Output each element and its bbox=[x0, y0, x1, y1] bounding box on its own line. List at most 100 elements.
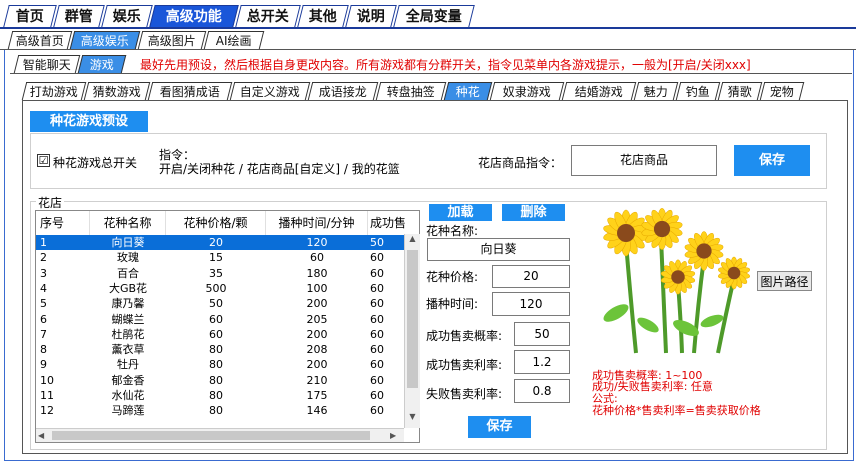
scroll-left-icon[interactable]: ◀ bbox=[38, 429, 50, 442]
scroll-thumb[interactable] bbox=[407, 250, 418, 388]
table-cell: 200 bbox=[306, 358, 328, 372]
table-cell: 9 bbox=[40, 358, 47, 372]
shop-title: 花店 bbox=[36, 194, 65, 211]
sunflower-icon bbox=[603, 208, 750, 354]
tab-entertainment[interactable]: 娱乐 bbox=[101, 5, 153, 27]
table-row[interactable]: 4 大GB花 500 100 60 bbox=[36, 281, 404, 296]
col-header-price[interactable]: 花种价格/颗 bbox=[166, 211, 266, 235]
scroll-down-icon[interactable]: ▼ bbox=[407, 412, 418, 426]
master-switch-label: 种花游戏总开关 bbox=[53, 156, 138, 170]
tab-instructions[interactable]: 说明 bbox=[345, 5, 397, 27]
hint-formula: 花种价格*售卖利率=售卖获取价格 bbox=[592, 404, 761, 417]
tab-charm[interactable]: 魅力 bbox=[633, 82, 679, 100]
image-path-button[interactable]: 图片路径 bbox=[757, 271, 812, 291]
table-row[interactable]: 9 牡丹 80 200 60 bbox=[36, 357, 404, 372]
tab-slave-game[interactable]: 奴隶游戏 bbox=[489, 82, 565, 100]
tab-wheel-draw[interactable]: 转盘抽签 bbox=[375, 82, 447, 100]
sow-time-input[interactable]: 120 bbox=[492, 292, 570, 316]
table-row[interactable]: 7 杜鹃花 60 200 60 bbox=[36, 327, 404, 342]
tab-ai-drawing[interactable]: AI绘画 bbox=[203, 31, 265, 49]
success-rate-input[interactable]: 50 bbox=[514, 322, 570, 346]
table-cell: 208 bbox=[306, 343, 328, 357]
tab-picture-idiom[interactable]: 看图猜成语 bbox=[147, 82, 233, 100]
table-cell: 200 bbox=[306, 327, 328, 341]
table-row[interactable]: 8 薰衣草 80 208 60 bbox=[36, 342, 404, 357]
table-row[interactable]: 5 康乃馨 50 200 60 bbox=[36, 296, 404, 311]
table-cell: 大GB花 bbox=[108, 281, 148, 295]
table-cell: 35 bbox=[209, 266, 223, 280]
tab-idiom-chain[interactable]: 成语接龙 bbox=[307, 82, 379, 100]
table-cell: 80 bbox=[209, 389, 223, 402]
success-profit-input[interactable]: 1.2 bbox=[514, 350, 570, 374]
table-cell: 180 bbox=[306, 266, 328, 280]
master-switch-checkbox[interactable]: ☑ bbox=[37, 154, 50, 167]
flower-table[interactable]: 序号 花种名称 花种价格/颗 播种时间/分钟 成功售 1 向日葵 20 120 50 2 玫… bbox=[35, 210, 420, 443]
tab-advanced-home[interactable]: 高级首页 bbox=[7, 31, 73, 49]
tab-pet[interactable]: 宠物 bbox=[759, 82, 805, 100]
table-row[interactable]: 3 百合 35 180 60 bbox=[36, 266, 404, 281]
table-cell: 60 bbox=[370, 297, 384, 311]
table-cell: 210 bbox=[306, 373, 328, 387]
table-cell: 50 bbox=[370, 236, 384, 249]
col-header-time[interactable]: 播种时间/分钟 bbox=[266, 211, 368, 235]
table-row[interactable]: 2 玫瑰 15 60 60 bbox=[36, 250, 404, 265]
table-row[interactable]: 10 郁金香 80 210 60 bbox=[36, 373, 404, 388]
table-cell: 60 bbox=[370, 327, 384, 341]
table-cell: 6 bbox=[40, 312, 47, 326]
delete-button[interactable]: 删除 bbox=[502, 204, 565, 221]
tab-games[interactable]: 游戏 bbox=[77, 55, 127, 73]
col-header-name[interactable]: 花种名称 bbox=[90, 211, 166, 235]
table-row[interactable]: 11 水仙花 80 175 60 bbox=[36, 388, 404, 403]
tab-group-manage[interactable]: 群管 bbox=[53, 5, 105, 27]
tab-custom-game[interactable]: 自定义游戏 bbox=[229, 82, 311, 100]
table-cell: 205 bbox=[306, 312, 328, 326]
table-cell: 4 bbox=[40, 281, 47, 295]
table-cell: 500 bbox=[205, 281, 227, 295]
save-button[interactable]: 保存 bbox=[734, 145, 810, 176]
table-cell: 80 bbox=[209, 343, 223, 357]
col-header-success[interactable]: 成功售 bbox=[368, 211, 408, 235]
tab-smart-chat[interactable]: 智能聊天 bbox=[13, 55, 81, 73]
table-horizontal-scrollbar[interactable]: ◀ ▶ bbox=[36, 428, 404, 442]
fail-profit-label: 失败售卖利率: bbox=[426, 387, 503, 401]
table-cell: 50 bbox=[209, 297, 223, 311]
fail-profit-input[interactable]: 0.8 bbox=[514, 379, 570, 403]
table-row[interactable]: 1 向日葵 20 120 50 bbox=[36, 235, 404, 250]
table-cell: 60 bbox=[370, 389, 384, 402]
table-cell: 11 bbox=[40, 389, 54, 402]
load-button[interactable]: 加载 bbox=[429, 204, 492, 221]
table-cell: 3 bbox=[40, 266, 47, 280]
tab-master-switch[interactable]: 总开关 bbox=[235, 5, 301, 27]
table-cell: 康乃馨 bbox=[111, 297, 145, 311]
tab-fishing[interactable]: 钓鱼 bbox=[675, 82, 721, 100]
tab-guess-song[interactable]: 猜歌 bbox=[717, 82, 763, 100]
table-cell: 80 bbox=[209, 404, 223, 418]
tab-guess-number[interactable]: 猜数游戏 bbox=[83, 82, 151, 100]
scroll-up-icon[interactable]: ▲ bbox=[407, 234, 418, 248]
table-cell: 玫瑰 bbox=[117, 251, 139, 265]
table-cell: 7 bbox=[40, 327, 47, 341]
table-row[interactable]: 12 马蹄莲 80 146 60 bbox=[36, 403, 404, 418]
hscroll-thumb[interactable] bbox=[52, 431, 370, 440]
shop-command-input[interactable]: 花店商品 bbox=[571, 145, 717, 176]
table-cell: 146 bbox=[306, 404, 328, 418]
flower-price-input[interactable]: 20 bbox=[492, 265, 570, 288]
flower-name-input[interactable]: 向日葵 bbox=[427, 238, 570, 261]
tab-other[interactable]: 其他 bbox=[297, 5, 349, 27]
col-header-index[interactable]: 序号 bbox=[36, 211, 90, 235]
tab-home[interactable]: 首页 bbox=[3, 5, 57, 27]
tab-global-vars[interactable]: 全局变量 bbox=[393, 5, 475, 27]
form-save-button[interactable]: 保存 bbox=[468, 416, 531, 438]
tab-advanced[interactable]: 高级功能 bbox=[149, 5, 239, 27]
table-cell: 60 bbox=[370, 343, 384, 357]
tab-plant-flowers[interactable]: 种花 bbox=[443, 82, 493, 100]
table-cell: 郁金香 bbox=[111, 373, 145, 387]
flower-preset-button[interactable]: 种花游戏预设 bbox=[30, 111, 148, 132]
tab-advanced-images[interactable]: 高级图片 bbox=[137, 31, 207, 49]
table-vertical-scrollbar[interactable]: ▲ ▼ bbox=[404, 234, 420, 428]
tab-robbery-game[interactable]: 打劫游戏 bbox=[21, 82, 87, 100]
scroll-right-icon[interactable]: ▶ bbox=[390, 429, 402, 442]
tab-marriage-game[interactable]: 结婚游戏 bbox=[561, 82, 637, 100]
tab-advanced-entertainment[interactable]: 高级娱乐 bbox=[69, 31, 141, 49]
table-row[interactable]: 6 蝴蝶兰 60 205 60 bbox=[36, 312, 404, 327]
